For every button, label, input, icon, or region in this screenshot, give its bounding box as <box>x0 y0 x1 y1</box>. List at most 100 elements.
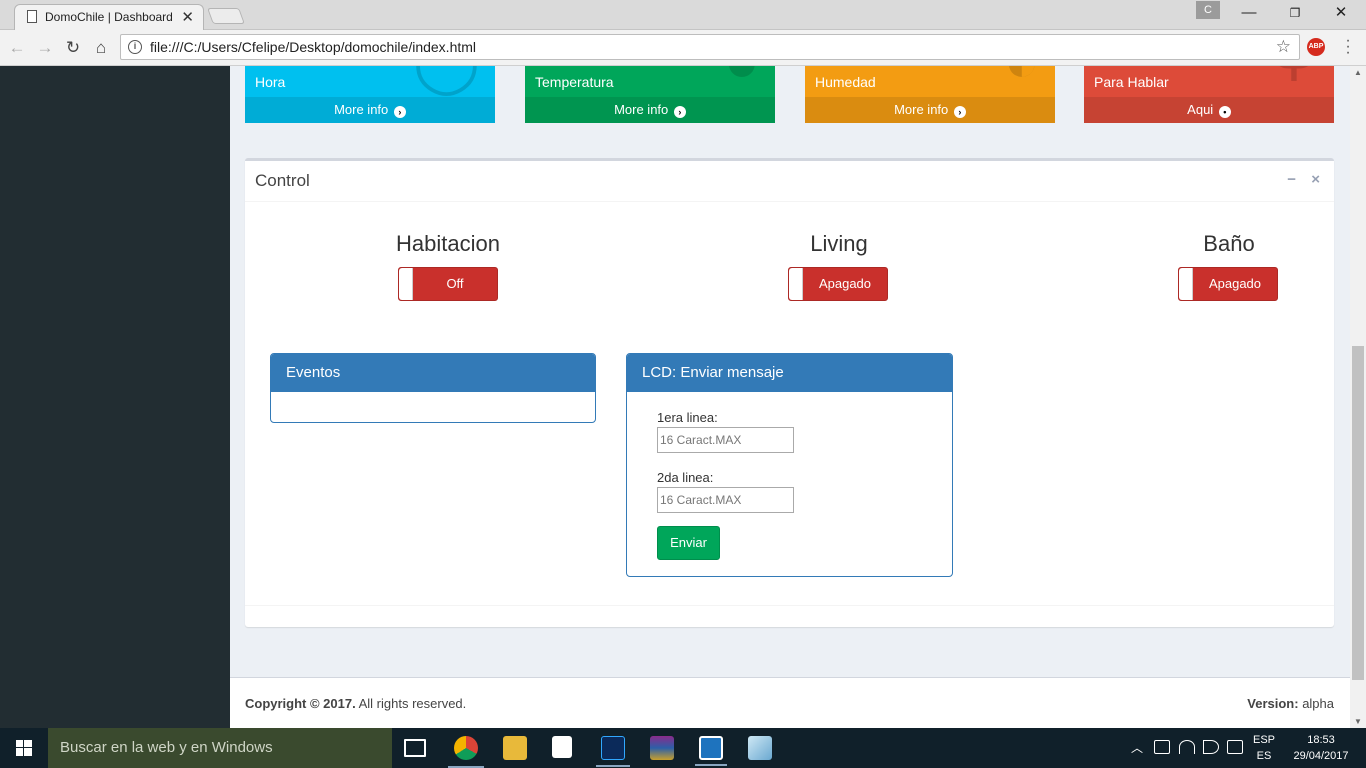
browser-toolbar: ← → ↻ ⌂ i file:///C:/Users/Cfelipe/Deskt… <box>0 30 1366 66</box>
chrome-icon[interactable] <box>448 736 484 768</box>
store-icon[interactable] <box>552 736 572 758</box>
circle-arrow-right-icon: › <box>953 106 966 118</box>
file-explorer-icon[interactable] <box>503 736 527 760</box>
aqui-link[interactable]: Aqui • <box>1084 97 1334 123</box>
room-habitacion: Habitacion <box>348 231 548 257</box>
room-name: Habitacion <box>396 231 500 256</box>
bookmark-star-icon[interactable]: ☆ <box>1276 37 1291 57</box>
info-box-para-hablar: Para Hablar Ψ Aqui • <box>1084 66 1334 123</box>
line1-label: 1era linea: <box>657 410 718 425</box>
line2-label: 2da linea: <box>657 470 714 485</box>
toggle-handle <box>399 268 413 300</box>
thermometer-icon: ● <box>724 66 760 91</box>
arduino-icon[interactable] <box>695 736 727 766</box>
page-scrollbar[interactable]: ▲ ▼ <box>1350 66 1366 728</box>
events-panel: Eventos <box>270 353 596 423</box>
toggle-state: Apagado <box>818 276 872 291</box>
lcd-panel-title: LCD: Enviar mensaje <box>627 354 952 392</box>
address-bar[interactable]: i file:///C:/Users/Cfelipe/Desktop/domoc… <box>120 34 1300 60</box>
clock-date: 29/04/2017 <box>1293 750 1349 762</box>
info-box-humedad: Humedad ◐ More info › <box>805 66 1055 123</box>
minimize-button[interactable]: — <box>1226 2 1272 26</box>
drop-icon: ◐ <box>1004 66 1040 91</box>
scrollbar-thumb[interactable] <box>1352 346 1364 680</box>
remove-icon[interactable]: × <box>1311 171 1320 188</box>
info-icon[interactable]: i <box>128 40 142 54</box>
volume-icon[interactable] <box>1203 740 1219 754</box>
taskbar-search[interactable]: Buscar en la web y en Windows <box>48 728 392 768</box>
system-clock[interactable]: 18:53 29/04/2017 <box>1288 732 1354 764</box>
circle-arrow-right-icon: › <box>673 106 686 118</box>
control-box-header: Control − × <box>245 161 1334 202</box>
bano-toggle[interactable]: Apagado <box>1178 267 1278 301</box>
sidebar <box>0 66 230 728</box>
room-name: Baño <box>1203 231 1255 256</box>
wifi-icon[interactable] <box>1179 740 1195 754</box>
windows-taskbar: Buscar en la web y en Windows ︿ ESP ES 1… <box>0 728 1366 768</box>
page-viewport: Hora ◯ More info › Temperatura ● More in… <box>0 66 1350 728</box>
new-tab-button[interactable] <box>207 8 245 24</box>
room-name: Living <box>810 231 868 256</box>
show-hidden-icons-icon[interactable]: ︿ <box>1131 739 1143 756</box>
collapse-icon[interactable]: − <box>1287 171 1296 188</box>
windows-logo-icon <box>16 740 32 756</box>
control-box-footer <box>245 605 1334 606</box>
toggle-state: Apagado <box>1208 276 1262 291</box>
scroll-down-icon[interactable]: ▼ <box>1350 717 1366 726</box>
winrar-icon[interactable] <box>650 736 674 760</box>
battery-icon[interactable] <box>1154 740 1170 754</box>
browser-tab-bar: DomoChile | Dashboard ✕ C — ❐ ✕ <box>0 0 1366 30</box>
microphone-icon: Ψ <box>1269 66 1319 91</box>
habitacion-toggle[interactable]: Off <box>398 267 498 301</box>
lcd-panel: LCD: Enviar mensaje 1era linea: 2da line… <box>626 353 953 577</box>
room-bano: Baño <box>1129 231 1329 257</box>
living-toggle[interactable]: Apagado <box>788 267 888 301</box>
events-panel-title: Eventos <box>271 354 595 392</box>
info-box-label: Hora <box>255 74 286 90</box>
photoshop-icon[interactable] <box>596 736 630 767</box>
forward-arrow-icon[interactable]: → <box>34 37 56 59</box>
taskbar-search-placeholder: Buscar en la web y en Windows <box>60 739 273 756</box>
line2-input[interactable] <box>657 487 794 513</box>
reload-icon[interactable]: ↻ <box>62 37 84 59</box>
language-code: ESP <box>1252 734 1275 746</box>
control-box-title: Control <box>255 171 310 190</box>
keyboard-layout: ES <box>1256 750 1272 762</box>
adblock-icon[interactable]: ABP <box>1307 38 1325 56</box>
more-info-link[interactable]: More info › <box>245 97 495 123</box>
main-content: Hora ◯ More info › Temperatura ● More in… <box>230 66 1350 728</box>
line1-input[interactable] <box>657 427 794 453</box>
info-box-label: Humedad <box>815 74 876 90</box>
info-box-hora: Hora ◯ More info › <box>245 66 495 123</box>
clock-time: 18:53 <box>1307 734 1335 746</box>
browser-menu-icon[interactable]: · · · <box>1342 33 1354 61</box>
back-arrow-icon[interactable]: ← <box>6 37 28 59</box>
version-text: Version: alpha <box>1247 696 1334 711</box>
address-url: file:///C:/Users/Cfelipe/Desktop/domochi… <box>150 39 477 55</box>
info-box-label: Temperatura <box>535 74 614 90</box>
restore-button[interactable]: ❐ <box>1272 2 1318 26</box>
notes-icon[interactable] <box>748 736 772 760</box>
task-view-icon[interactable] <box>404 739 426 757</box>
scroll-up-icon[interactable]: ▲ <box>1350 68 1366 77</box>
notifications-icon[interactable] <box>1227 740 1243 754</box>
document-icon <box>27 10 37 23</box>
page-footer: Copyright © 2017. All rights reserved. V… <box>230 677 1350 728</box>
dot-circle-icon: • <box>1218 106 1231 118</box>
profile-button[interactable]: C <box>1196 1 1220 19</box>
close-tab-icon[interactable]: ✕ <box>181 8 194 26</box>
toggle-handle <box>789 268 803 300</box>
control-box: Control − × Habitacion Off Living Apagad… <box>245 158 1334 627</box>
copyright-text: Copyright © 2017. All rights reserved. <box>245 696 467 711</box>
clock-icon: ◯ <box>413 66 480 91</box>
enviar-button[interactable]: Enviar <box>657 526 720 560</box>
more-info-link[interactable]: More info › <box>805 97 1055 123</box>
close-window-button[interactable]: ✕ <box>1318 2 1364 26</box>
info-box-label: Para Hablar <box>1094 74 1169 90</box>
more-info-link[interactable]: More info › <box>525 97 775 123</box>
language-indicator[interactable]: ESP ES <box>1252 732 1276 764</box>
start-button[interactable] <box>0 728 48 768</box>
browser-tab[interactable]: DomoChile | Dashboard ✕ <box>14 4 204 30</box>
home-icon[interactable]: ⌂ <box>90 37 112 59</box>
circle-arrow-right-icon: › <box>393 106 406 118</box>
